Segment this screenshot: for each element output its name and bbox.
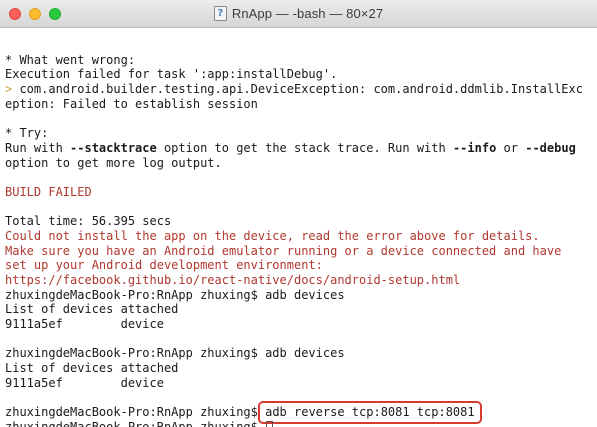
terminal-line: > com.android.builder.testing.api.Device… <box>5 82 597 97</box>
shell-prompt: zhuxingdeMacBook-Pro:RnApp zhuxing$ <box>5 419 266 427</box>
terminal-document-icon: ? <box>213 6 227 21</box>
terminal-line: 9111a5ef device <box>5 317 164 332</box>
output-text: Run with <box>5 140 71 155</box>
window-title: RnApp — -bash — 80×27 <box>231 6 384 21</box>
cli-flag: --debug <box>525 140 576 155</box>
terminal-line: zhuxingdeMacBook-Pro:RnApp zhuxing$ adb … <box>5 346 345 361</box>
output-text: option to get the stack trace. Run with <box>156 140 453 155</box>
terminal-scrollbar[interactable] <box>591 28 597 427</box>
highlighted-command: adb reverse tcp:8081 tcp:8081 <box>258 401 482 425</box>
terminal-line: Run with --stacktrace option to get the … <box>5 141 597 156</box>
terminal-line: 9111a5ef device <box>5 375 164 390</box>
terminal-line: Make sure you have an Android emulator r… <box>5 243 562 258</box>
terminal-line: Total time: 56.395 secs <box>5 214 172 229</box>
cli-flag: --info <box>452 140 497 155</box>
output-text: com.android.builder.testing.api.DeviceEx… <box>19 82 583 97</box>
terminal-line: https://facebook.github.io/react-native/… <box>5 273 461 287</box>
window-title-group: ? RnApp — -bash — 80×27 <box>0 0 597 27</box>
output-text: or <box>496 140 526 155</box>
terminal-line: List of devices attached <box>5 302 179 317</box>
terminal-line: zhuxingdeMacBook-Pro:RnApp zhuxing$ adb … <box>5 287 345 302</box>
terminal-line: eption: Failed to establish session <box>5 96 258 111</box>
terminal-line: Execution failed for task ':app:installD… <box>5 67 338 82</box>
terminal-line: BUILD FAILED <box>5 184 92 199</box>
cli-flag: --stacktrace <box>70 140 157 155</box>
terminal-line: List of devices attached <box>5 361 179 376</box>
terminal-line: * Try: <box>5 126 49 141</box>
terminal-line: * What went wrong: <box>5 52 136 67</box>
terminal-line: Could not install the app on the device,… <box>5 228 540 243</box>
shell-prompt: zhuxingdeMacBook-Pro:RnApp zhuxing$ <box>5 405 266 420</box>
terminal-line: zhuxingdeMacBook-Pro:RnApp zhuxing$ adb … <box>5 401 597 425</box>
terminal-window: ? RnApp — -bash — 80×27 * What went wron… <box>0 0 597 427</box>
terminal-output[interactable]: * What went wrong: Execution failed for t… <box>0 28 597 427</box>
terminal-line: set up your Android development environm… <box>5 258 323 273</box>
title-bar[interactable]: ? RnApp — -bash — 80×27 <box>0 0 597 28</box>
terminal-line: option to get more log output. <box>5 155 222 170</box>
text-cursor[interactable] <box>266 420 274 427</box>
output-arrow-marker: > <box>5 82 20 97</box>
